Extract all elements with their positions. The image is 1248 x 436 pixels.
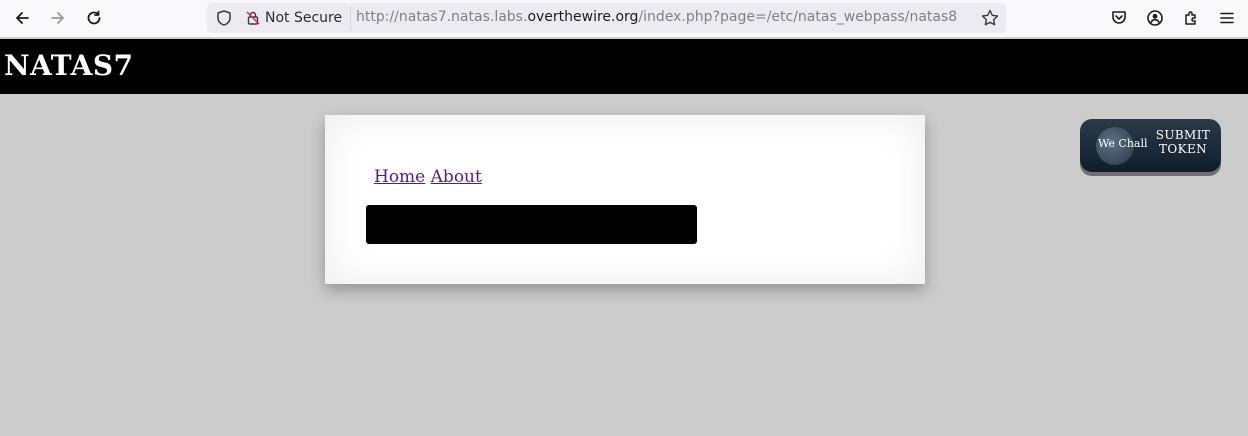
url-bar[interactable]: Not Secure http://natas7.natas.labs.over… xyxy=(207,3,1006,33)
browser-toolbar: Not Secure http://natas7.natas.labs.over… xyxy=(0,0,1248,38)
security-label: Not Secure xyxy=(265,10,343,26)
submit-token-line2: TOKEN xyxy=(1158,142,1208,156)
back-button[interactable] xyxy=(9,5,35,31)
broken-lock-icon xyxy=(246,11,260,25)
account-icon xyxy=(1147,10,1163,26)
page-title: NATAS7 xyxy=(4,49,134,82)
url-domain: overthewire.org xyxy=(527,9,639,25)
forward-button[interactable] xyxy=(45,5,71,31)
page-header: NATAS7 xyxy=(0,39,1248,94)
home-link[interactable]: Home xyxy=(374,167,425,187)
reload-icon xyxy=(87,10,101,25)
puzzle-icon xyxy=(1185,11,1196,25)
pocket-button[interactable] xyxy=(1106,5,1132,31)
arrow-left-icon xyxy=(16,12,29,24)
nav-links: Home About xyxy=(374,167,482,187)
url-text[interactable]: http://natas7.natas.labs.overthewire.org… xyxy=(356,9,957,25)
about-link[interactable]: About xyxy=(431,167,482,187)
arrow-right-icon xyxy=(51,12,64,24)
shield-icon[interactable] xyxy=(215,9,233,27)
submit-token-label: SUBMIT TOKEN xyxy=(1152,128,1214,156)
bookmark-star-icon[interactable] xyxy=(980,8,1000,28)
hamburger-menu-icon xyxy=(1220,12,1234,24)
submit-token-line1: SUBMIT xyxy=(1155,128,1211,142)
wechall-logo-text: We Chall xyxy=(1098,137,1148,150)
submit-token-button[interactable]: We Chall SUBMIT TOKEN xyxy=(1080,119,1221,172)
url-path: /index.php?page=/etc/natas_webpass/natas… xyxy=(638,9,958,25)
menu-button[interactable] xyxy=(1214,5,1240,31)
account-button[interactable] xyxy=(1142,5,1168,31)
pocket-icon xyxy=(1112,11,1126,24)
extensions-button[interactable] xyxy=(1178,5,1204,31)
redacted-block xyxy=(366,205,697,244)
not-secure-indicator[interactable]: Not Secure xyxy=(239,6,352,30)
reload-button[interactable] xyxy=(81,5,107,31)
content-box: Home About xyxy=(325,115,925,284)
url-prefix: http://natas7.natas.labs. xyxy=(356,9,528,25)
